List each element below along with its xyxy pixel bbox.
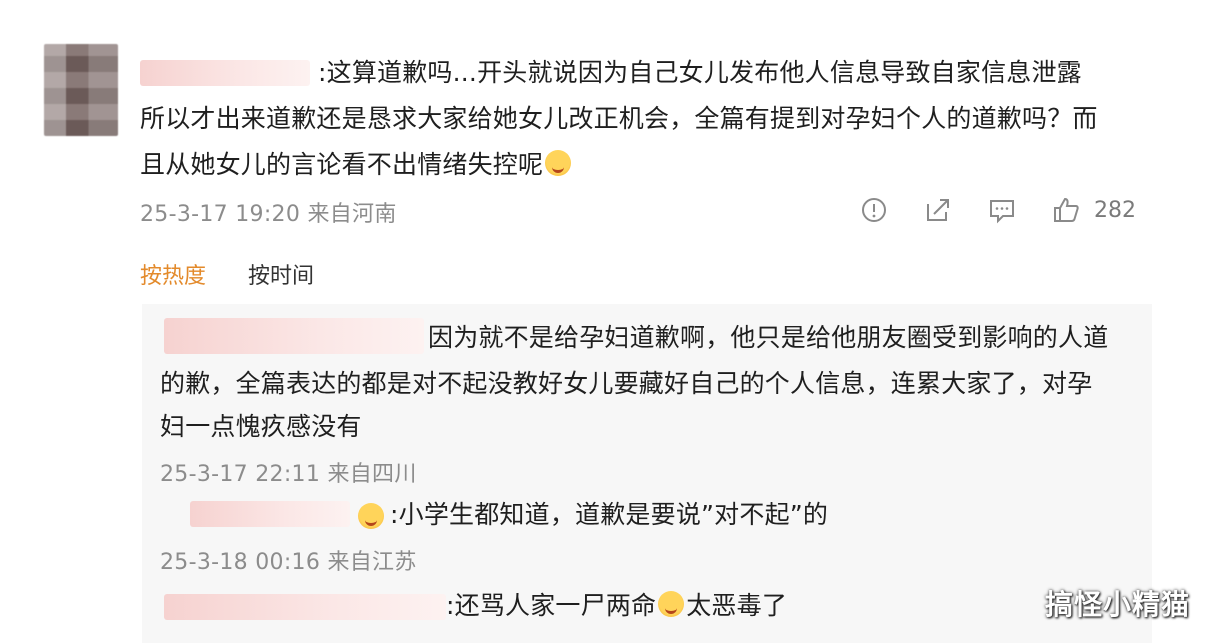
reply-text-line1: :还骂人家一尸两命 太恶毒了 bbox=[446, 583, 787, 629]
report-icon[interactable] bbox=[860, 196, 888, 224]
avatar[interactable] bbox=[44, 44, 118, 136]
comment-text-line1: :这算道歉吗...开头就说因为自己女儿发布他人信息导致自家信息泄露 bbox=[318, 58, 1082, 87]
reply-meta: 25-3-18 00:16 来自江苏 bbox=[160, 550, 417, 575]
reply-meta: 25-3-17 22:11 来自四川 bbox=[160, 462, 417, 487]
username-blurred[interactable] bbox=[140, 60, 310, 86]
badge-emoji-icon bbox=[358, 503, 384, 529]
comment-meta: 25-3-17 19:20 来自河南 bbox=[140, 202, 397, 227]
like-icon[interactable] bbox=[1052, 196, 1080, 224]
share-icon[interactable] bbox=[924, 196, 952, 224]
tab-sort-hot[interactable]: 按热度 bbox=[140, 258, 206, 290]
comment-text-line3: 且从她女儿的言论看不出情绪失控呢 bbox=[140, 142, 573, 188]
sort-tabs: 按热度 按时间 bbox=[140, 258, 314, 290]
comment-text-line3-text: 且从她女儿的言论看不出情绪失控呢 bbox=[140, 150, 544, 179]
comment-text-line2: 所以才出来道歉还是恳求大家给她女儿改正机会，全篇有提到对孕妇个人的道歉吗？而 bbox=[140, 104, 1098, 133]
reply-text-line1: :小学生都知道，道歉是要说”对不起”的 bbox=[390, 500, 829, 529]
reply-text-line1: 因为就不是给孕妇道歉啊，他只是给他朋友圈受到影响的人道 bbox=[428, 323, 1109, 352]
reply-username-blurred[interactable] bbox=[164, 594, 446, 620]
watermark: 搞怪小精猫 bbox=[1044, 588, 1190, 621]
reply-text-line2: 的歉，全篇表达的都是对不起没教好女儿要藏好自己的个人信息，连累大家了，对孕 bbox=[160, 369, 1093, 398]
shocked-emoji-icon bbox=[658, 591, 685, 617]
like-count: 282 bbox=[1094, 197, 1136, 223]
laugh-emoji-icon bbox=[545, 150, 572, 176]
tab-sort-time[interactable]: 按时间 bbox=[248, 258, 314, 290]
reply-text-part1: :还骂人家一尸两命 bbox=[446, 591, 657, 620]
reply-text-part2: 太恶毒了 bbox=[686, 591, 788, 620]
reply-username-blurred[interactable] bbox=[164, 318, 424, 354]
comment-actions: 282 bbox=[860, 190, 1136, 230]
comment-icon[interactable] bbox=[988, 196, 1016, 224]
reply-username-blurred[interactable] bbox=[190, 501, 350, 527]
reply-text-line3: 妇一点愧疚感没有 bbox=[160, 412, 362, 441]
